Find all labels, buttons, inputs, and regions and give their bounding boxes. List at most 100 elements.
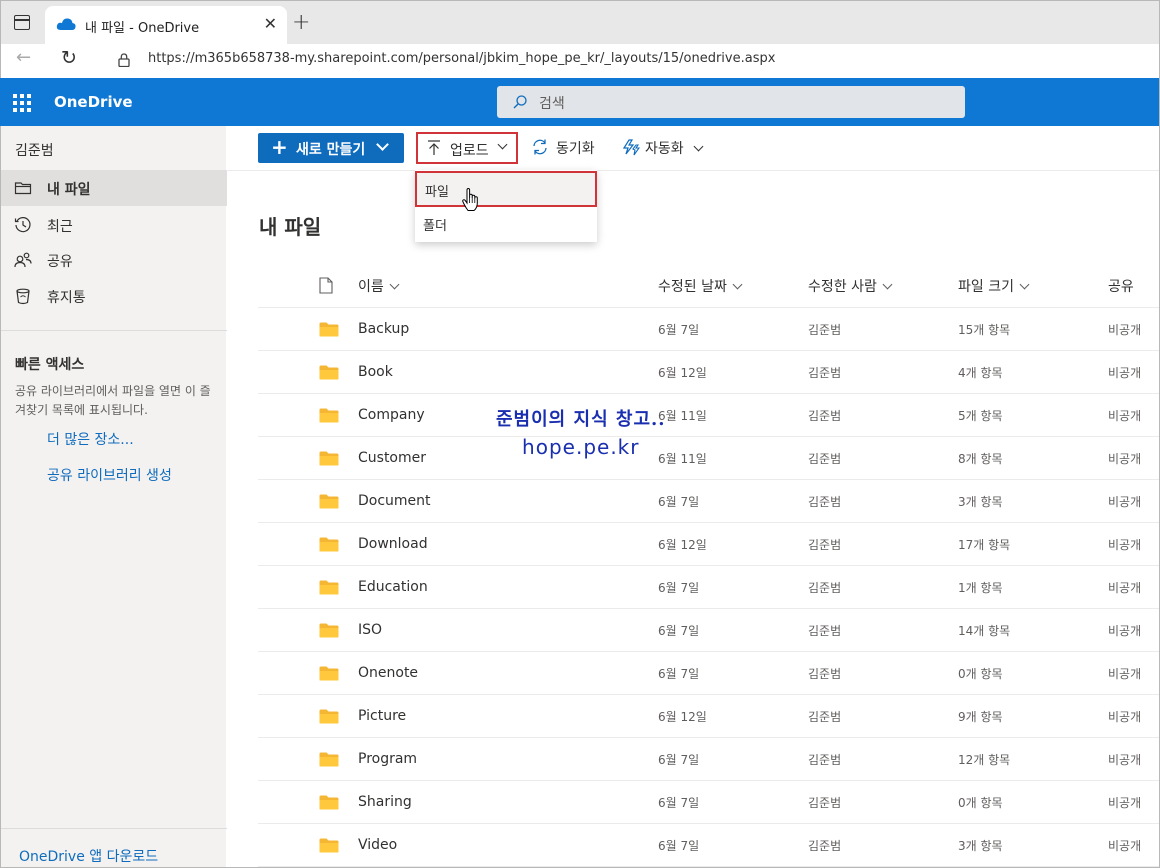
modified-by-cell: 김준범 [808,796,842,810]
nav-bottom-divider [1,828,227,829]
file-name[interactable]: Picture [358,708,406,724]
url-text[interactable]: https://m365b658738-my.sharepoint.com/pe… [148,51,775,66]
address-bar-row: ← ↻ https://m365b658738-my.sharepoint.co… [0,44,1160,78]
size-cell: 5개 항목 [958,409,1003,423]
user-name: 김준범 [15,143,54,159]
app-brand[interactable]: OneDrive [54,93,133,111]
nav-label: 공유 [47,254,73,270]
table-row[interactable]: Document 6월 7일 김준범 3개 항목 비공개 [258,480,1160,523]
file-name[interactable]: Education [358,579,428,595]
watermark-line-1: 준범이의 지식 창고.. [496,409,666,430]
sharing-cell: 비공개 [1108,495,1142,509]
browser-tab[interactable]: 내 파일 - OneDrive ✕ [45,6,287,45]
left-nav: 김준범 내 파일 최근 공유 휴지통 빠른 액세스 공유 라이브러리에서 파일을… [0,126,227,868]
table-row[interactable]: Backup 6월 7일 김준범 15개 항목 비공개 [258,308,1160,351]
file-list: Backup 6월 7일 김준범 15개 항목 비공개 Book 6월 12일 김준범 4개 항… [258,308,1160,867]
close-tab-icon[interactable]: ✕ [264,14,277,33]
folder-icon [319,322,339,337]
table-row[interactable]: Customer 6월 11일 김준범 8개 항목 비공개 [258,437,1160,480]
list-header: 이름 수정된 날짜 수정한 사람 파일 크기 공유 [258,264,1160,308]
new-button[interactable]: + 새로 만들기 [258,133,404,163]
table-row[interactable]: Download 6월 12일 김준범 17개 항목 비공개 [258,523,1160,566]
file-name[interactable]: Backup [358,321,409,337]
upload-menu-item-folder[interactable]: 폴더 [415,207,597,243]
app-launcher-icon[interactable] [13,94,31,112]
menu-item-label: 폴더 [423,219,447,234]
file-name[interactable]: Document [358,493,431,509]
watermark: 준범이의 지식 창고.. hope.pe.kr [496,405,666,459]
search-input[interactable]: 검색 [497,86,965,118]
table-row[interactable]: Sharing 6월 7일 김준범 0개 항목 비공개 [258,781,1160,824]
modified-cell: 6월 7일 [658,624,700,638]
sharing-cell: 비공개 [1108,452,1142,466]
folder-icon [319,752,339,767]
file-name[interactable]: Onenote [358,665,418,681]
modified-by-cell: 김준범 [808,409,842,423]
modified-by-cell: 김준범 [808,667,842,681]
file-name[interactable]: Program [358,751,417,767]
file-name[interactable]: Book [358,364,393,380]
app-download-link[interactable]: OneDrive 앱 다운로드 [19,846,158,866]
upload-button[interactable]: 업로드 [416,132,518,164]
nav-label: 휴지통 [47,290,86,306]
create-shared-library-link[interactable]: 공유 라이브러리 생성 [47,465,172,485]
folder-icon [319,580,339,595]
table-row[interactable]: Education 6월 7일 김준범 1개 항목 비공개 [258,566,1160,609]
browser-titlebar: 내 파일 - OneDrive ✕ + [0,0,1160,45]
column-header-label: 공유 [1108,279,1134,295]
size-cell: 17개 항목 [958,538,1011,552]
sharing-cell: 비공개 [1108,323,1142,337]
chevron-down-icon [882,279,893,290]
back-arrow-icon[interactable]: ← [16,47,31,68]
nav-item-shared[interactable]: 공유 [1,242,227,278]
chevron-down-icon [693,141,704,152]
sharing-cell: 비공개 [1108,796,1142,810]
file-type-icon[interactable] [319,277,333,294]
column-header-sharing[interactable]: 공유 [1108,276,1134,296]
column-header-name[interactable]: 이름 [358,276,400,296]
sharing-cell: 비공개 [1108,624,1142,638]
folder-icon [319,537,339,552]
folder-icon [319,838,339,853]
nav-item-recycle-bin[interactable]: 휴지통 [1,278,227,314]
file-name[interactable]: Download [358,536,428,552]
nav-item-my-files[interactable]: 내 파일 [1,170,227,206]
sharing-cell: 비공개 [1108,753,1142,767]
nav-label: 내 파일 [47,182,91,198]
file-name[interactable]: Video [358,837,397,853]
sharing-cell: 비공개 [1108,667,1142,681]
table-row[interactable]: Company 6월 11일 김준범 5개 항목 비공개 [258,394,1160,437]
modified-by-cell: 김준범 [808,624,842,638]
file-name[interactable]: Company [358,407,425,423]
table-row[interactable]: Video 6월 7일 김준범 3개 항목 비공개 [258,824,1160,867]
column-header-modified-by[interactable]: 수정한 사람 [808,276,893,296]
size-cell: 15개 항목 [958,323,1011,337]
table-row[interactable]: Book 6월 12일 김준범 4개 항목 비공개 [258,351,1160,394]
upload-menu: 파일 폴더 [415,170,597,242]
modified-by-cell: 김준범 [808,581,842,595]
file-name[interactable]: Customer [358,450,426,466]
column-header-modified[interactable]: 수정된 날짜 [658,276,743,296]
nav-item-recent[interactable]: 최근 [1,207,227,243]
table-row[interactable]: Picture 6월 12일 김준범 9개 항목 비공개 [258,695,1160,738]
new-tab-icon[interactable]: + [292,10,310,35]
lock-icon[interactable] [118,53,130,67]
size-cell: 0개 항목 [958,667,1003,681]
column-header-size[interactable]: 파일 크기 [958,276,1030,296]
upload-menu-item-file[interactable]: 파일 [415,171,597,207]
clock-icon [14,217,31,233]
tab-actions-icon[interactable] [14,15,30,30]
size-cell: 4개 항목 [958,366,1003,380]
table-row[interactable]: Onenote 6월 7일 김준범 0개 항목 비공개 [258,652,1160,695]
table-row[interactable]: Program 6월 7일 김준범 12개 항목 비공개 [258,738,1160,781]
size-cell: 12개 항목 [958,753,1011,767]
reload-icon[interactable]: ↻ [61,47,77,69]
column-header-label: 파일 크기 [958,279,1014,295]
table-row[interactable]: ISO 6월 7일 김준범 14개 항목 비공개 [258,609,1160,652]
suite-header: OneDrive 검색 [0,78,1160,126]
file-name[interactable]: Sharing [358,794,412,810]
automate-button[interactable]: 자동화 [622,134,712,162]
more-places-link[interactable]: 더 많은 장소... [47,429,134,449]
sharing-cell: 비공개 [1108,366,1142,380]
file-name[interactable]: ISO [358,622,382,638]
